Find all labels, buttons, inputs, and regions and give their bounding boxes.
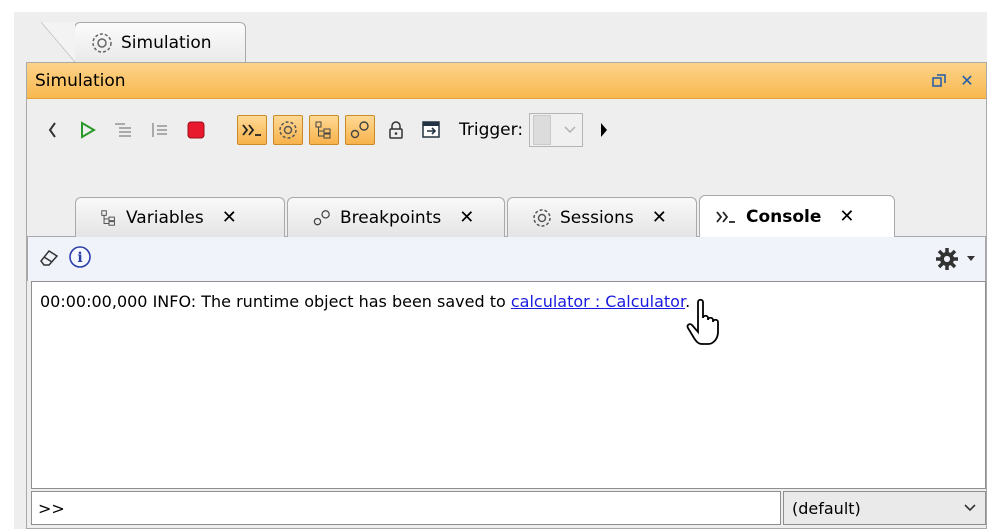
svg-text:i: i bbox=[77, 250, 82, 266]
tab-console-label: Console bbox=[746, 206, 822, 227]
close-icon[interactable]: ✕ bbox=[956, 70, 978, 92]
panel-title: Simulation bbox=[35, 70, 126, 91]
variables-icon bbox=[101, 209, 115, 226]
simulation-panel: Simulation ✕ Trigger: Variables ✕ Breakp… bbox=[26, 62, 987, 529]
chevron-down-icon bbox=[967, 256, 975, 261]
trigger-label: Trigger: bbox=[459, 120, 524, 140]
runtime-object-link[interactable]: calculator : Calculator bbox=[511, 292, 685, 311]
console-output: 00:00:00,000 INFO: The runtime object ha… bbox=[31, 281, 986, 489]
stop-icon[interactable] bbox=[181, 115, 211, 145]
sessions-icon bbox=[533, 208, 551, 227]
context-select[interactable]: (default) bbox=[783, 491, 986, 525]
console-message-prefix: 00:00:00,000 INFO: The runtime object ha… bbox=[40, 292, 511, 311]
console-prompt-icon bbox=[716, 210, 735, 223]
chevron-down-icon bbox=[964, 504, 976, 512]
variables-icon[interactable] bbox=[309, 115, 339, 145]
eraser-icon[interactable] bbox=[38, 247, 60, 272]
info-icon[interactable]: i bbox=[68, 245, 92, 274]
context-select-value: (default) bbox=[792, 498, 861, 518]
close-icon[interactable]: ✕ bbox=[652, 207, 667, 228]
hand-cursor-icon bbox=[686, 298, 719, 345]
tab-console[interactable]: Console ✕ bbox=[699, 195, 895, 237]
simulation-window: Simulation Simulation ✕ Trigger: Variabl… bbox=[14, 12, 987, 529]
export-icon[interactable] bbox=[417, 115, 447, 145]
chevron-down-icon bbox=[564, 126, 576, 134]
tab-breakpoints[interactable]: Breakpoints ✕ bbox=[287, 197, 505, 237]
restore-window-icon[interactable] bbox=[928, 70, 950, 92]
close-icon[interactable]: ✕ bbox=[839, 206, 854, 227]
console-icon[interactable] bbox=[237, 115, 267, 145]
settings-gear-icon[interactable] bbox=[935, 247, 985, 271]
console-prompt: >> bbox=[38, 498, 65, 518]
lock-icon[interactable] bbox=[381, 115, 411, 145]
tab-variables[interactable]: Variables ✕ bbox=[75, 197, 285, 237]
console-command-input[interactable]: >> bbox=[31, 491, 781, 525]
tab-breakpoints-label: Breakpoints bbox=[340, 207, 442, 228]
close-icon[interactable]: ✕ bbox=[459, 207, 474, 228]
console-toolbar: i bbox=[27, 237, 986, 281]
breakpoints-icon[interactable] bbox=[345, 115, 375, 145]
tab-sessions-label: Sessions bbox=[560, 207, 634, 228]
step-into-icon[interactable] bbox=[109, 115, 139, 145]
toolbar-overflow-arrow-icon[interactable] bbox=[589, 115, 619, 145]
step-back-icon[interactable] bbox=[37, 115, 67, 145]
trigger-combo-field bbox=[533, 115, 552, 145]
panel-titlebar: Simulation ✕ bbox=[27, 63, 986, 99]
outer-tab-label: Simulation bbox=[121, 32, 212, 53]
step-over-icon[interactable] bbox=[145, 115, 175, 145]
breakpoints-icon bbox=[313, 209, 330, 225]
sessions-icon[interactable] bbox=[273, 115, 303, 145]
panel-tabs: Variables ✕ Breakpoints ✕ Sessions ✕ Con… bbox=[27, 193, 986, 237]
trigger-combo[interactable] bbox=[529, 113, 584, 147]
simulation-toolbar: Trigger: bbox=[27, 107, 986, 153]
run-icon[interactable] bbox=[73, 115, 103, 145]
tab-variables-label: Variables bbox=[126, 207, 204, 228]
outer-tab-simulation[interactable]: Simulation bbox=[41, 22, 246, 62]
console-input-row: >> (default) bbox=[31, 491, 986, 525]
gear-circle-icon bbox=[92, 32, 112, 53]
tab-sessions[interactable]: Sessions ✕ bbox=[507, 197, 697, 237]
close-icon[interactable]: ✕ bbox=[222, 207, 237, 228]
